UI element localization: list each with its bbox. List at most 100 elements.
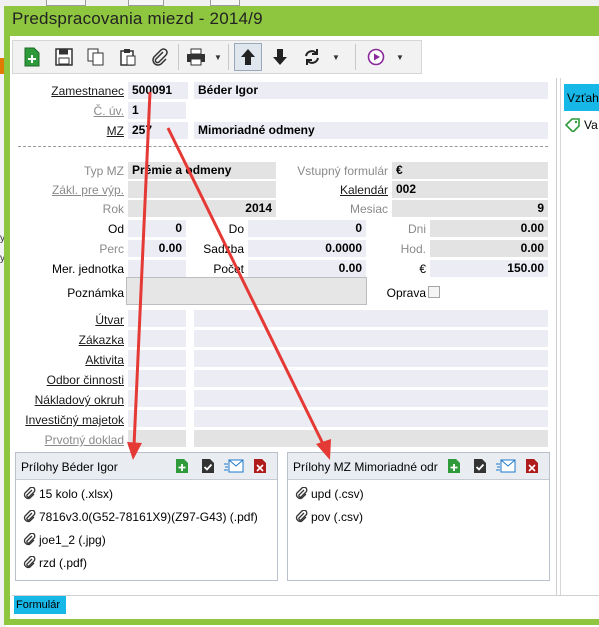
label-zakl-pre-vyp[interactable]: Zákl. pre výp. <box>20 183 124 197</box>
toolbar-separator <box>228 44 229 70</box>
zakazka-code-field[interactable] <box>128 330 186 347</box>
mesiac-field: 9 <box>392 200 548 217</box>
label-rok: Rok <box>102 202 124 216</box>
do-field[interactable]: 0 <box>248 220 366 237</box>
check-icon <box>202 459 214 473</box>
paste-icon <box>120 49 136 66</box>
utvar-code-field[interactable] <box>128 310 186 327</box>
zamestnanec-code-field[interactable]: 500091 <box>128 82 188 99</box>
mail-attachment-button[interactable] <box>496 458 516 474</box>
sadzba-field[interactable]: 0.0000 <box>248 240 366 257</box>
od-field[interactable]: 0 <box>128 220 186 237</box>
label-utvar[interactable]: Útvar <box>20 313 124 327</box>
relations-panel <box>560 78 599 595</box>
mail-icon <box>224 459 244 473</box>
kalendar-field: 002 <box>392 181 548 198</box>
run-dropdown-chevron-icon[interactable]: ▼ <box>394 43 406 71</box>
copy-icon <box>87 48 104 66</box>
label-mesiac: Mesiac <box>349 202 388 216</box>
save-button[interactable] <box>50 43 78 71</box>
label-poznamka: Poznámka <box>67 286 124 300</box>
attachment-name: upd (.csv) <box>311 487 364 501</box>
toolbar-separator <box>355 44 356 70</box>
add-attachment-button[interactable] <box>446 458 462 474</box>
label-nakladovy-okruh[interactable]: Nákladový okruh <box>20 393 124 407</box>
eur-amount-field[interactable]: 150.00 <box>430 260 548 277</box>
attachment-item[interactable]: 7816v3.0(G52-78161X9)(Z97-G43) (.pdf) <box>23 510 258 524</box>
utvar-name-field <box>194 310 548 327</box>
refresh-dropdown-chevron-icon[interactable]: ▼ <box>330 43 342 71</box>
pocet-field[interactable]: 0.00 <box>248 260 366 277</box>
attachment-item[interactable]: 15 kolo (.xlsx) <box>23 487 113 501</box>
label-odbor-cinnosti[interactable]: Odbor činnosti <box>20 373 124 387</box>
check-icon <box>474 459 486 473</box>
label-mz[interactable]: MZ <box>20 124 124 138</box>
nakladovy-okruh-code-field[interactable] <box>128 390 186 407</box>
attachment-name: 7816v3.0(G52-78161X9)(Z97-G43) (.pdf) <box>39 510 258 524</box>
attachment-name: pov (.csv) <box>311 510 364 524</box>
attachment-item[interactable]: pov (.csv) <box>295 510 363 524</box>
label-do: Do <box>228 222 244 236</box>
label-cislo-uvazku[interactable]: Č. úv. <box>20 104 124 118</box>
run-button[interactable] <box>362 43 390 71</box>
copy-button[interactable] <box>82 43 110 71</box>
relations-item[interactable]: Va <box>565 118 598 132</box>
cislo-uvazku-field[interactable]: 1 <box>128 102 186 119</box>
confirm-attachment-button[interactable] <box>200 458 216 474</box>
refresh-icon <box>305 49 319 65</box>
attachment-item[interactable]: rzd (.pdf) <box>23 556 87 570</box>
label-aktivita[interactable]: Aktivita <box>20 353 124 367</box>
mer-jednotka-field[interactable] <box>128 260 186 277</box>
mail-attachment-button[interactable] <box>224 458 244 474</box>
add-attachment-button[interactable] <box>174 458 190 474</box>
add-attachment-icon <box>176 459 188 473</box>
delete-attachment-button[interactable] <box>252 458 268 474</box>
attachment-name: rzd (.pdf) <box>39 556 88 570</box>
delete-icon <box>526 459 538 473</box>
mz-code-field[interactable]: 257 <box>128 122 188 139</box>
label-hod: Hod. <box>400 242 426 256</box>
label-zakazka[interactable]: Zákazka <box>20 333 124 347</box>
tag-icon <box>565 118 580 132</box>
aktivita-code-field[interactable] <box>128 350 186 367</box>
odbor-cinnosti-name-field <box>194 370 548 387</box>
move-down-button[interactable] <box>266 43 294 71</box>
attachments-employee-title: Prílohy Béder Igor <box>21 460 118 474</box>
investicny-majetok-code-field[interactable] <box>128 410 186 427</box>
move-up-button[interactable] <box>234 43 262 71</box>
prvotny-doklad-name-field <box>194 430 548 447</box>
prvotny-doklad-code-field <box>128 430 186 447</box>
label-dni: Dni <box>407 222 426 236</box>
typ-mz-field: Prémie a odmeny <box>128 162 276 179</box>
arrow-down-icon <box>273 49 287 65</box>
label-prvotny-doklad[interactable]: Prvotný doklad <box>20 433 124 447</box>
oprava-checkbox[interactable] <box>428 286 440 298</box>
label-eur: € <box>419 262 426 276</box>
label-od: Od <box>107 222 124 236</box>
label-zamestnanec[interactable]: Zamestnanec <box>20 84 124 98</box>
print-button[interactable] <box>182 43 210 71</box>
perc-field[interactable]: 0.00 <box>128 240 186 257</box>
nakladovy-okruh-name-field <box>194 390 548 407</box>
label-oprava: Oprava <box>386 286 426 300</box>
zakazka-name-field <box>194 330 548 347</box>
new-button[interactable] <box>18 43 46 71</box>
print-dropdown-chevron-icon[interactable]: ▼ <box>212 43 224 71</box>
attachment-item[interactable]: joe1_2 (.jpg) <box>23 533 106 547</box>
poznamka-textarea[interactable] <box>126 277 367 305</box>
refresh-button[interactable] <box>298 43 326 71</box>
tab-formular[interactable]: Formulár <box>14 596 66 614</box>
paperclip-icon <box>295 487 308 500</box>
paperclip-icon <box>23 510 36 523</box>
label-kalendar[interactable]: Kalendár <box>280 183 388 197</box>
paste-button[interactable] <box>114 43 142 71</box>
attachment-item[interactable]: upd (.csv) <box>295 487 364 501</box>
add-attachment-icon <box>448 459 460 473</box>
label-typ-mz: Typ MZ <box>83 164 124 178</box>
tab-vztahy[interactable]: Vzťah <box>564 84 599 111</box>
label-investicny-majetok[interactable]: Investičný majetok <box>20 413 124 427</box>
odbor-cinnosti-code-field[interactable] <box>128 370 186 387</box>
attach-button[interactable] <box>146 43 174 71</box>
confirm-attachment-button[interactable] <box>472 458 488 474</box>
delete-attachment-button[interactable] <box>524 458 540 474</box>
